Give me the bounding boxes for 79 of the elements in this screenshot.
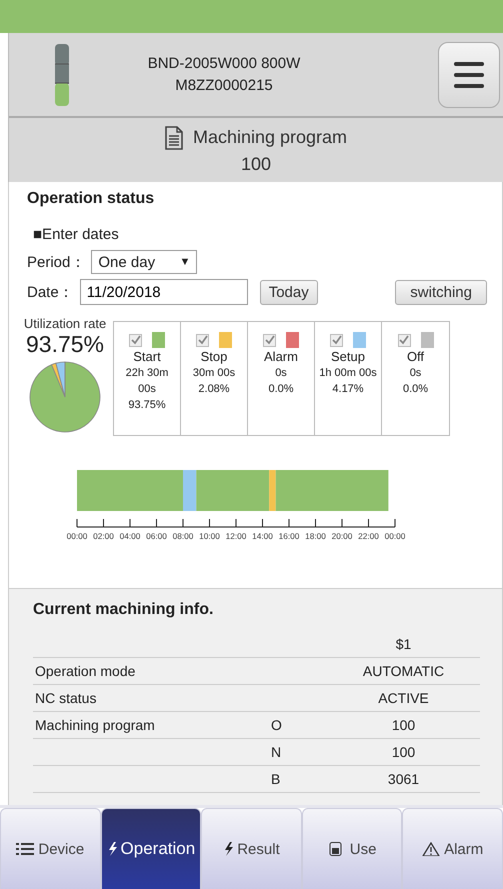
axis-tick-label: 18:00 [305,531,326,541]
switch-button[interactable]: switching [395,280,487,304]
status-duration: 22h 30m 00s [124,366,170,397]
status-checkbox[interactable] [129,334,142,346]
check-icon [130,335,140,345]
axis-tick-label: 16:00 [278,531,300,541]
status-name: Setup [331,349,365,365]
lightning-icon [223,842,234,856]
section-title: Current machining info. [33,600,214,619]
check-icon [198,335,208,345]
axis-tick-label: 04:00 [120,531,140,541]
row-label: Operation mode [35,662,136,679]
nav-tab[interactable]: Device [0,808,101,889]
row-key: O [271,716,327,733]
status-name: Alarm [264,349,298,365]
axis-tick-label: 00:00 [384,531,405,541]
period-dropdown[interactable]: One day ▼ [91,250,198,274]
nav-tab[interactable]: Alarm [402,808,503,889]
lightning-icon [106,842,117,856]
list-icon [16,842,34,856]
warning-icon [422,842,440,856]
row-value: 100 [390,716,416,733]
axis-tick-label: 20:00 [332,531,352,541]
program-number: 100 [240,154,272,174]
axis-tick-label: 10:00 [199,531,220,541]
field-label: Date： [27,282,74,302]
field-label: Period： [27,252,86,272]
axis-tick-label: 06:00 [146,531,167,541]
pie-chart-drawing [29,361,101,433]
nav-tab[interactable]: Use [302,808,402,889]
date-input[interactable]: 11/20/2018 [80,279,248,305]
status-percent: 2.08% [198,382,230,397]
status-checkbox[interactable] [196,334,209,346]
check-icon [264,335,274,345]
axis-tick-label: 14:00 [252,531,273,541]
row-label: NC status [35,690,98,706]
signal-tower-icon [54,42,70,106]
axis-tick-label: 00:00 [67,531,88,541]
device-model: BND-2005W000 800W [148,54,300,74]
document-icon [164,126,183,150]
status-percent: 4.17% [332,382,364,397]
row-key: B [271,770,327,787]
status-name: Start [133,349,161,365]
status-name: Stop [200,349,228,365]
menu-button[interactable] [438,42,500,108]
check-icon [399,335,409,345]
row-value: 3061 [386,770,420,787]
subsection-label: ■Enter dates [33,226,119,242]
row-label: Machining program [35,716,156,733]
utilization-value: 93.75% [26,331,104,357]
status-checkbox[interactable] [330,334,343,346]
row-key: N [271,744,327,760]
axis-tick-label: 12:00 [226,531,246,541]
status-percent: 93.75% [128,398,166,413]
status-duration: 0s [408,366,422,381]
nav-tab[interactable]: Operation [100,808,202,889]
section-title: Operation status [27,190,156,208]
axis-tick-label: 02:00 [93,531,114,541]
status-percent: 0.0% [402,382,428,397]
status-checkbox[interactable] [398,334,410,346]
status-duration: 30m 00s [192,366,236,381]
utilization-label: Utilization rate [24,316,106,331]
status-duration: 0s [274,366,288,381]
status-percent: 0.0% [268,382,294,397]
device-serial: M8ZZ0000215 [175,76,273,96]
menu-icon [454,62,484,88]
axis-tick-label: 08:00 [172,531,194,541]
row-value: AUTOMATIC [362,662,446,679]
status-name: Off [406,349,424,365]
banner-title: Machining program [192,127,348,148]
row-value: ACTIVE [377,690,430,706]
status-duration: 1h 00m 00s [318,366,378,381]
today-button[interactable]: Today [260,280,318,304]
row-value: 100 [390,744,416,760]
column-header: $1 [394,636,412,652]
axis-tick-label: 22:00 [358,531,379,541]
check-icon [332,335,342,345]
status-checkbox[interactable] [263,334,276,346]
nav-tab[interactable]: Result [201,808,302,889]
